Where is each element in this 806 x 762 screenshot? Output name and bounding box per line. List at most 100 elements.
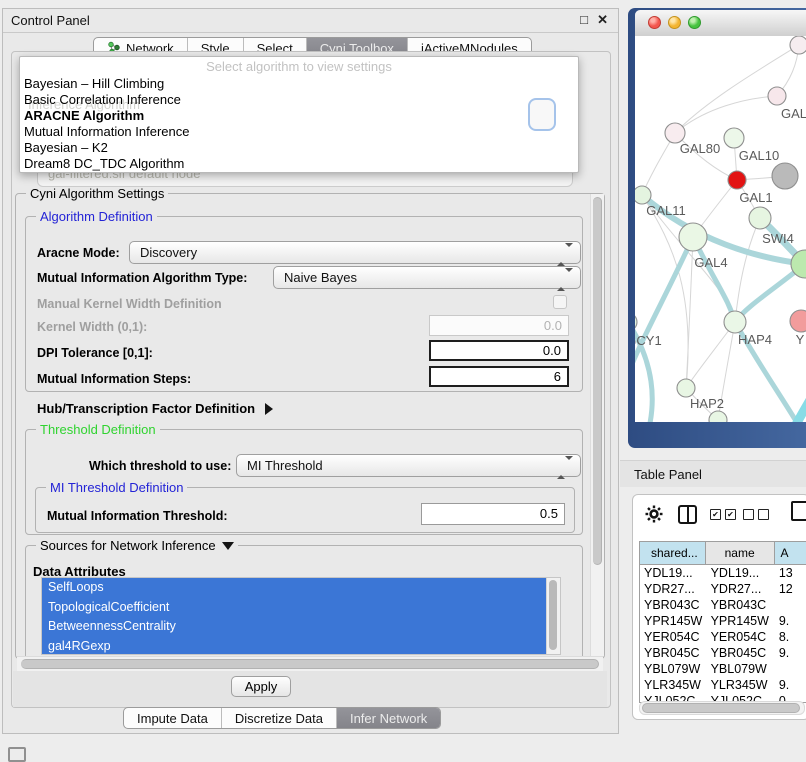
checked-box-icon: ✔ [710,509,721,520]
network-node-label: GAL80 [680,141,720,156]
select-all-icon[interactable]: ✔ ✔ [710,509,736,520]
table-row[interactable]: YER054CYER054C8. [640,629,806,645]
table-settings-gear-icon[interactable] [645,505,663,528]
table-panel-titlebar[interactable]: Table Panel [620,460,806,487]
tab-impute-data-label: Impute Data [137,711,208,726]
tab-infer-network-label: Infer Network [350,711,427,726]
column-header-name[interactable]: name [705,542,774,564]
mi-threshold-input[interactable]: 0.5 [421,503,565,525]
network-node[interactable] [665,123,685,143]
dpi-tolerance-label: DPI Tolerance [0,1]: [37,346,153,360]
menu-item-basic-correlation[interactable]: Basic Correlation Inference [20,92,578,108]
scrollbar-thumb[interactable] [21,659,599,669]
table-row[interactable]: YBR043CYBR043C [640,597,806,613]
network-window-titlebar[interactable] [635,10,806,37]
manual-kernel-checkbox[interactable] [553,295,567,309]
table-header-row: shared... name A [640,542,806,565]
close-panel-icon[interactable]: ✕ [597,12,608,28]
attribute-betweennesscentrality[interactable]: BetweennessCentrality [42,617,547,637]
network-node[interactable] [790,310,806,332]
scrollbar-thumb[interactable] [642,703,800,713]
mi-type-combo[interactable]: Naive Bayes [273,266,581,289]
network-node[interactable] [635,313,637,331]
attribute-gal4rgexp[interactable]: gal4RGexp [42,637,547,656]
network-node[interactable] [709,411,727,422]
restore-panel-icon[interactable] [8,747,26,762]
apply-button[interactable]: Apply [231,676,291,697]
unchecked-box-icon [758,509,769,520]
close-window-icon[interactable] [648,16,661,29]
control-panel-title: Control Panel [11,13,90,28]
attribute-selfloops[interactable]: SelfLoops [42,578,547,598]
checked-box-icon: ✔ [725,509,736,520]
new-table-icon[interactable] [791,501,806,521]
cyni-mode-tabbar: Impute Data Discretize Data Infer Networ… [123,707,441,729]
data-attributes-list[interactable]: SelfLoops TopologicalCoefficient Between… [41,577,561,655]
network-view-window: GALGAL80GAL10GAL1GAL11SWI4GAL4HAP4YGCY1H… [628,8,806,448]
column-header-a[interactable]: A [774,542,806,564]
menu-item-bayesian-k2[interactable]: Bayesian – K2 [20,140,578,156]
deselect-all-icon[interactable] [743,509,769,520]
network-node-label: GAL11 [646,203,686,218]
network-node-label: GAL [781,106,806,121]
aracne-mode-combo[interactable]: Discovery [129,241,581,264]
attributes-scrollbar[interactable] [546,578,560,654]
algorithm-placeholder: Select algorithm to view settings [20,59,578,76]
table-row[interactable]: YPR145WYPR145W9. [640,613,806,629]
table-row[interactable]: YBR045CYBR045C9. [640,645,806,661]
zoom-window-icon[interactable] [688,16,701,29]
collapse-arrow-icon[interactable] [222,542,234,550]
network-node[interactable] [635,186,651,204]
network-node[interactable] [772,163,798,189]
sources-group-title[interactable]: Sources for Network Inference [36,538,238,553]
scrollbar-thumb[interactable] [593,197,602,565]
show-columns-icon[interactable] [678,505,697,524]
menu-item-bayesian-hill-climbing[interactable]: Bayesian – Hill Climbing [20,76,578,92]
table-horizontal-scrollbar[interactable] [639,701,805,715]
network-node[interactable] [724,128,744,148]
menu-item-aracne[interactable]: ARACNE Algorithm [20,108,578,124]
network-node[interactable] [677,379,695,397]
control-panel-titlebar[interactable]: Control Panel [3,9,618,33]
network-node[interactable] [768,87,786,105]
mi-steps-input[interactable]: 6 [429,366,569,387]
hub-definition-label: Hub/Transcription Factor Definition [37,401,255,416]
network-edge[interactable] [686,237,693,388]
table-row[interactable]: YBL079WYBL079W [640,661,806,677]
column-header-shared-name[interactable]: shared... [640,542,705,564]
network-edge[interactable] [686,322,735,388]
settings-vertical-scrollbar[interactable] [590,194,604,656]
control-panel-window: Control Panel □ ✕ Network [2,8,619,734]
table-row[interactable]: YDL19...YDL19...13 [640,565,806,581]
tab-infer-network[interactable]: Infer Network [336,708,440,728]
menu-item-dream8[interactable]: Dream8 DC_TDC Algorithm [20,156,578,172]
network-node[interactable] [790,36,806,54]
network-node[interactable] [724,311,746,333]
tab-impute-data[interactable]: Impute Data [124,708,221,728]
network-node-label: SWI4 [762,231,794,246]
dpi-tolerance-input[interactable]: 0.0 [429,340,569,361]
table-row[interactable]: YDR27...YDR27...12 [640,581,806,597]
network-node-label: GAL10 [739,148,779,163]
network-node[interactable] [749,207,771,229]
network-node[interactable] [728,171,746,189]
float-panel-icon[interactable]: □ [580,12,588,27]
application-root: Control Panel □ ✕ Network [0,0,806,762]
manual-kernel-label: Manual Kernel Width Definition [37,297,222,311]
attribute-topologicalcoefficient[interactable]: TopologicalCoefficient [42,598,547,618]
settings-horizontal-scrollbar[interactable] [17,656,603,671]
minimize-window-icon[interactable] [668,16,681,29]
sources-group-label: Sources for Network Inference [40,538,216,553]
hub-definition-toggle[interactable]: Hub/Transcription Factor Definition [37,401,273,416]
expand-arrow-icon[interactable] [265,403,273,415]
tab-discretize-data[interactable]: Discretize Data [221,708,336,728]
network-node[interactable] [679,223,707,251]
kernel-width-input[interactable]: 0.0 [429,315,569,336]
which-threshold-combo[interactable]: MI Threshold [236,454,581,477]
combo-stepper-icon [557,247,573,262]
menu-item-mutual-information[interactable]: Mutual Information Inference [20,124,578,140]
network-edge[interactable] [675,96,777,133]
network-node-label: HAP2 [690,396,724,411]
network-canvas[interactable]: GALGAL80GAL10GAL1GAL11SWI4GAL4HAP4YGCY1H… [635,36,806,422]
table-row[interactable]: YLR345WYLR345W9. [640,677,806,693]
